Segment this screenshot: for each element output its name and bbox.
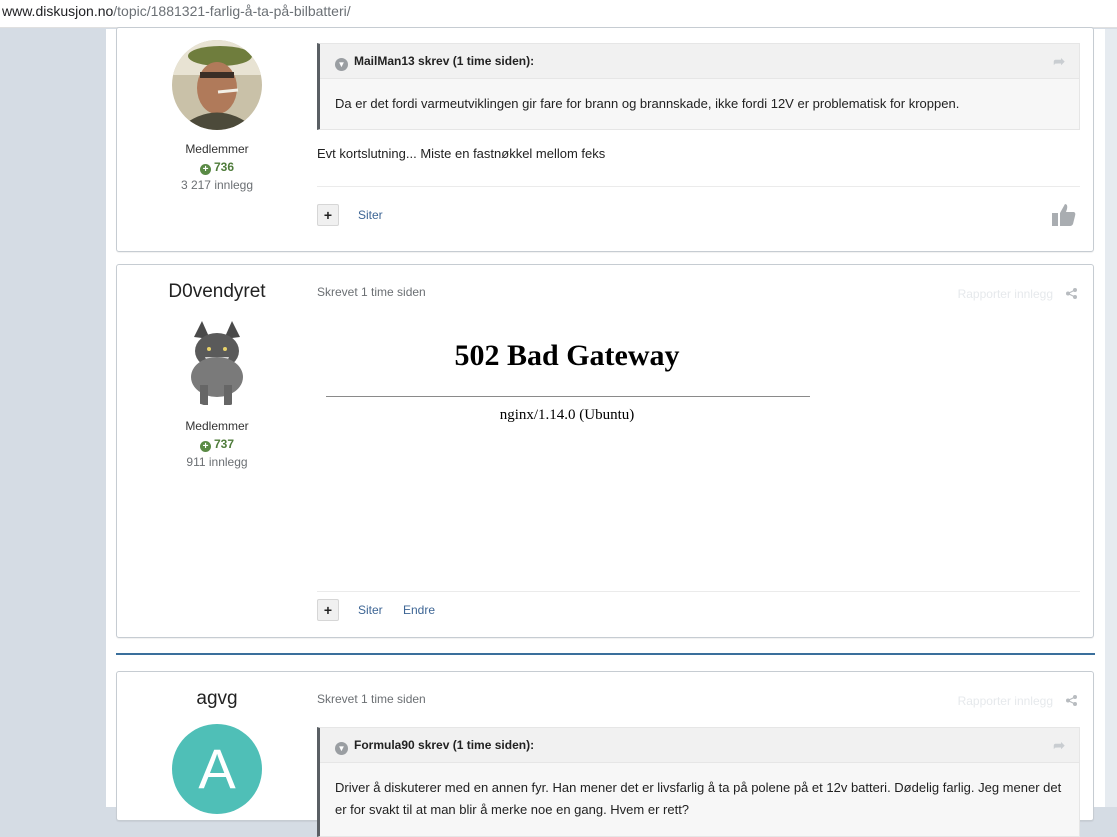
post-3: agvg A Skrevet 1 time siden Rapporter in…: [116, 671, 1094, 837]
post-count: 3 217 innlegg: [180, 178, 254, 192]
plus-circle-icon: +: [199, 164, 211, 175]
member-group: Medlemmer: [185, 142, 249, 156]
post-2: D0vendyret Medlemmer +737 911 innlegg Sk…: [116, 264, 1094, 638]
share-arrow-icon[interactable]: ➦: [1053, 728, 1065, 762]
multiquote-button[interactable]: +: [317, 599, 339, 621]
quote-button[interactable]: Siter: [358, 208, 383, 222]
reputation: +736: [117, 160, 317, 175]
avatar[interactable]: A: [172, 724, 262, 814]
post-count: 911 innlegg: [186, 455, 248, 469]
quote-text: Da er det fordi varmeutviklingen gir far…: [335, 96, 960, 111]
new-posts-separator: [116, 653, 1095, 655]
chevron-down-icon[interactable]: ▼: [335, 742, 348, 755]
avatar[interactable]: [172, 317, 262, 407]
quote-text: Driver å diskuterer med en annen fyr. Ha…: [335, 780, 1062, 817]
user-photo-avatar: [172, 40, 262, 130]
error-title: 502 Bad Gateway: [454, 339, 680, 372]
url-path: /topic/1881321-farlig-å-ta-på-bilbatteri…: [113, 3, 351, 19]
author-name[interactable]: agvg: [117, 688, 317, 710]
chevron-down-icon[interactable]: ▼: [335, 58, 348, 71]
address-bar[interactable]: www.diskusjon.no/topic/1881321-farlig-å-…: [0, 0, 1117, 28]
member-group: Medlemmer: [185, 419, 249, 433]
quote-author: Formula90 skrev (1 time siden):: [354, 738, 535, 752]
quote-button[interactable]: Siter: [358, 603, 383, 617]
error-server: nginx/1.14.0 (Ubuntu): [499, 407, 635, 423]
post-timestamp[interactable]: Skrevet 1 time siden: [317, 692, 426, 706]
multiquote-button[interactable]: +: [317, 204, 339, 226]
plus-circle-icon: +: [199, 441, 211, 452]
report-link[interactable]: Rapporter innlegg: [958, 287, 1053, 301]
share-icon[interactable]: [1066, 288, 1077, 299]
divider: [317, 186, 1080, 187]
divider: [317, 591, 1080, 592]
quote-block: ▼ Formula90 skrev (1 time siden): ➦ Drive…: [317, 727, 1080, 837]
quote-header: ▼ MailMan13 skrev (1 time siden): ➦: [320, 44, 1079, 79]
post-1: Medlemmer +736 3 217 innlegg ▼ MailMan13 …: [116, 27, 1094, 252]
thumbs-up-icon[interactable]: [1051, 202, 1077, 228]
error-divider: [326, 396, 810, 397]
url-domain: www.diskusjon.no: [2, 3, 114, 19]
post-timestamp[interactable]: Skrevet 1 time siden: [317, 285, 426, 299]
wolf-avatar: [172, 317, 262, 407]
author-name[interactable]: D0vendyret: [117, 281, 317, 303]
share-icon[interactable]: [1066, 695, 1077, 706]
scrollbar[interactable]: [1105, 29, 1117, 807]
post-body: Evt kortslutning... Miste en fastnøkkel …: [317, 146, 606, 161]
topic-content: Medlemmer +736 3 217 innlegg ▼ MailMan13 …: [106, 27, 1105, 837]
avatar[interactable]: [172, 40, 262, 130]
quote-block: ▼ MailMan13 skrev (1 time siden): ➦ Da er…: [317, 43, 1080, 130]
report-link[interactable]: Rapporter innlegg: [958, 694, 1053, 708]
quote-author: MailMan13 skrev (1 time siden):: [354, 54, 535, 68]
reputation-value: 737: [213, 437, 235, 451]
reputation-value: 736: [213, 160, 235, 174]
share-arrow-icon[interactable]: ➦: [1053, 44, 1065, 78]
quote-header: ▼ Formula90 skrev (1 time siden): ➦: [320, 728, 1079, 763]
edit-button[interactable]: Endre: [403, 603, 435, 617]
reputation: +737: [117, 437, 317, 452]
